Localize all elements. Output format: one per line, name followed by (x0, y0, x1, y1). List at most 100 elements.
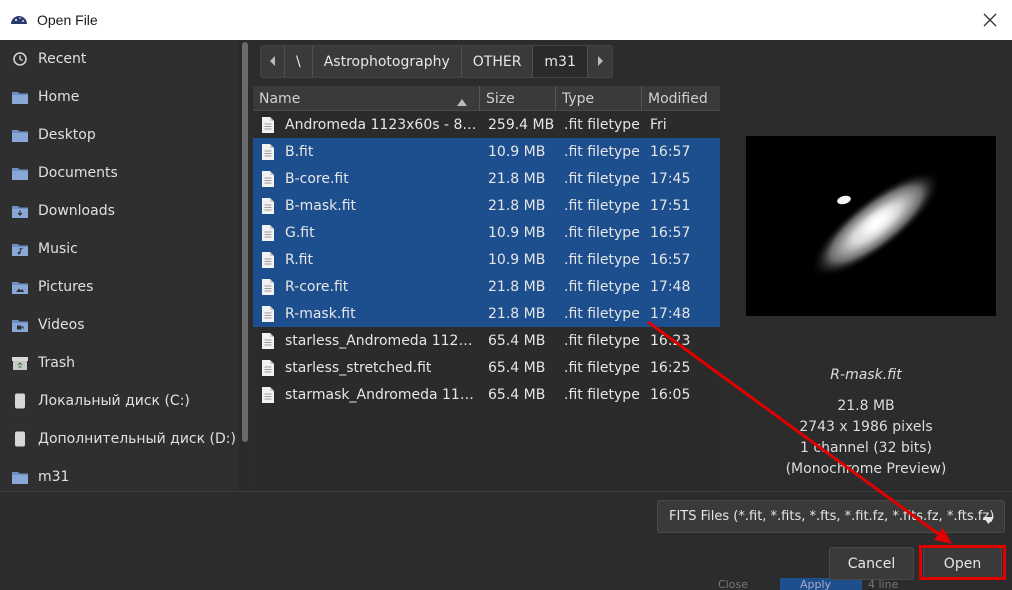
column-header-name[interactable]: Name (253, 86, 480, 111)
sidebar-item-home[interactable]: Home (0, 78, 238, 116)
file-size: 21.8 MB (488, 278, 546, 295)
sort-ascending-icon (457, 94, 467, 110)
sidebar-item-documents[interactable]: Documents (0, 154, 238, 192)
sidebar-item-music[interactable]: Music (0, 230, 238, 268)
path-crumb-root[interactable]: \ (285, 46, 313, 77)
sidebar-item-label: Trash (38, 355, 75, 371)
file-row[interactable]: Andromeda 1123x60s - 80... 259.4 MB .fit f… (253, 111, 720, 138)
file-row[interactable]: starless_stretched.fit 65.4 MB .fit filety… (253, 354, 720, 381)
clock-icon (12, 51, 28, 67)
file-name: R-core.fit (285, 278, 349, 295)
file-row[interactable]: B-mask.fit 21.8 MB .fit filetype 17:51 (253, 192, 720, 219)
sidebar-item-label: Локальный диск (C:) (38, 393, 190, 409)
file-modified: 16:57 (650, 143, 691, 160)
file-name: R.fit (285, 251, 313, 268)
folder-pictures-icon (12, 279, 28, 295)
file-name: G.fit (285, 224, 315, 241)
path-bar: \ Astrophotography OTHER m31 (260, 45, 613, 78)
file-type: .fit filetype (564, 386, 640, 403)
sidebar-item-desktop[interactable]: Desktop (0, 116, 238, 154)
close-icon[interactable] (976, 6, 1004, 34)
chevron-right-icon (596, 54, 604, 70)
app-icon (9, 10, 29, 30)
sidebar-item-m31[interactable]: m31 (0, 458, 238, 491)
sidebar-item-pictures[interactable]: Pictures (0, 268, 238, 306)
path-crumb-m31[interactable]: m31 (533, 46, 588, 77)
sidebar-item-videos[interactable]: Videos (0, 306, 238, 344)
sidebar-item-trash[interactable]: Trash (0, 344, 238, 382)
file-name: starless_stretched.fit (285, 359, 432, 376)
path-crumb-astrophotography[interactable]: Astrophotography (313, 46, 462, 77)
column-label: Type (562, 90, 595, 107)
column-header-size[interactable]: Size (480, 86, 556, 111)
file-type: .fit filetype (564, 143, 640, 160)
file-row[interactable]: G.fit 10.9 MB .fit filetype 16:57 (253, 219, 720, 246)
window-title: Open File (37, 12, 98, 28)
file-type: .fit filetype (564, 224, 640, 241)
sidebar-item-label: Videos (38, 317, 85, 333)
file-row[interactable]: B.fit 10.9 MB .fit filetype 16:57 (253, 138, 720, 165)
places-sidebar: Recent Home Desktop Documents Downloads … (0, 40, 238, 491)
trash-icon (12, 355, 28, 371)
file-size: 21.8 MB (488, 197, 546, 214)
file-list-rows: Andromeda 1123x60s - 80... 259.4 MB .fit f… (253, 111, 720, 408)
file-icon (261, 332, 275, 349)
file-row[interactable]: R-core.fit 21.8 MB .fit filetype 17:48 (253, 273, 720, 300)
file-name-cell: G.fit (253, 219, 480, 246)
file-icon (261, 251, 275, 268)
file-icon (261, 197, 275, 214)
file-name: R-mask.fit (285, 305, 356, 322)
column-header-modified[interactable]: Modified (642, 86, 720, 111)
file-size: 65.4 MB (488, 386, 546, 403)
file-row[interactable]: R-mask.fit 21.8 MB .fit filetype 17:48 (253, 300, 720, 327)
file-type: .fit filetype (564, 359, 640, 376)
sidebar-item-recent[interactable]: Recent (0, 40, 238, 78)
sidebar-item-label: Home (38, 89, 80, 105)
folder-icon (12, 89, 28, 105)
file-name-cell: R-mask.fit (253, 300, 480, 327)
file-size: 259.4 MB (488, 116, 555, 133)
folder-icon (12, 165, 28, 181)
path-forward-button[interactable] (588, 46, 612, 77)
sidebar-item-drive-c[interactable]: Локальный диск (C:) (0, 382, 238, 420)
file-name: B-core.fit (285, 170, 349, 187)
sidebar-item-drive-d[interactable]: Дополнительный диск (D:) (0, 420, 238, 458)
file-row[interactable]: starless_Andromeda 1123x... 65.4 MB .fit f… (253, 327, 720, 354)
file-list-header: Name Size Type Modified (253, 86, 720, 111)
file-type: .fit filetype (564, 251, 640, 268)
file-size: 21.8 MB (488, 170, 546, 187)
sidebar-item-label: Pictures (38, 279, 94, 295)
drive-icon (12, 393, 28, 409)
path-back-button[interactable] (261, 46, 285, 77)
file-icon (261, 278, 275, 295)
preview-image (746, 136, 996, 316)
sidebar-scrollbar[interactable] (240, 40, 250, 491)
file-name-cell: B-mask.fit (253, 192, 480, 219)
file-name-cell: starmask_Andromeda 1123... (253, 381, 480, 408)
file-icon (261, 224, 275, 241)
chevron-down-icon (983, 513, 994, 528)
sidebar-item-label: Music (38, 241, 78, 257)
file-type-filter[interactable]: FITS Files (*.fit, *.fits, *.fts, *.fit.… (657, 500, 1005, 533)
cancel-button[interactable]: Cancel (829, 547, 914, 580)
file-type: .fit filetype (564, 197, 640, 214)
column-header-type[interactable]: Type (556, 86, 642, 111)
sidebar-item-downloads[interactable]: Downloads (0, 192, 238, 230)
file-row[interactable]: B-core.fit 21.8 MB .fit filetype 17:45 (253, 165, 720, 192)
scrollbar-thumb[interactable] (242, 42, 248, 442)
file-icon (261, 359, 275, 376)
file-list: Name Size Type Modified Andromeda 1123x6… (253, 86, 720, 491)
file-icon (261, 116, 275, 133)
file-row[interactable]: R.fit 10.9 MB .fit filetype 16:57 (253, 246, 720, 273)
file-modified: Fri (650, 116, 667, 133)
folder-download-icon (12, 203, 28, 219)
file-icon (261, 143, 275, 160)
path-crumb-other[interactable]: OTHER (462, 46, 534, 77)
sidebar-item-label: Desktop (38, 127, 96, 143)
file-row[interactable]: starmask_Andromeda 1123... 65.4 MB .fit fi… (253, 381, 720, 408)
background-close-label: Close (718, 578, 748, 590)
file-name: B-mask.fit (285, 197, 357, 214)
file-type: .fit filetype (564, 116, 640, 133)
folder-icon (12, 469, 28, 485)
folder-music-icon (12, 241, 28, 257)
